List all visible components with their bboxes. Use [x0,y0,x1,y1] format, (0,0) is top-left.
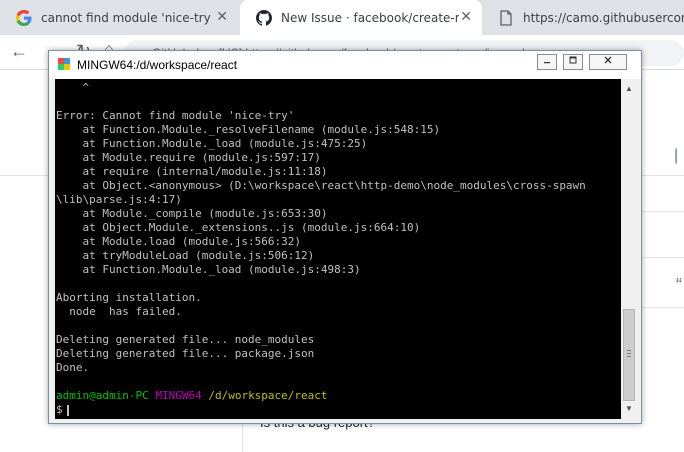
tab-camo-image[interactable]: https://camo.githubusercontent [484,0,684,35]
tab-title: https://camo.githubusercontent [523,10,684,25]
terminal-line: at Module._compile (module.js:653:30) [56,207,328,220]
terminal-line: ^ [56,81,90,94]
terminal-line: at require (internal/module.js:11:18) [56,165,328,178]
terminal-line: Deleting generated file... node_modules [56,333,315,346]
github-icon [256,9,272,26]
text-cursor [66,404,69,416]
terminal-window[interactable]: MINGW64:/d/workspace/react ^ Error: Canno… [48,50,642,424]
minimize-icon [544,62,550,64]
terminal-scrollbar[interactable]: ▲ ▼ [621,79,637,419]
terminal-line: at Object.Module._extensions..js (module… [56,221,421,234]
terminal-line: at Function.Module._load (module.js:498:… [56,263,361,276]
terminal-prompt-line: admin@admin-PC MINGW64 /d/workspace/reac… [56,389,621,403]
minimize-button[interactable] [537,54,557,70]
terminal-input-line[interactable]: $ [56,403,621,417]
scrollbar-thumb[interactable] [623,309,635,401]
quote-fragment-icon: “ [676,275,682,295]
terminal-line: Aborting installation. [56,291,202,304]
terminal-line: \lib\parse.js:4:17) [56,193,182,206]
terminal-title: MINGW64:/d/workspace/react [77,58,238,72]
close-button[interactable] [589,54,627,70]
maximize-button[interactable] [563,54,583,70]
grip-line [627,356,631,357]
terminal-line: Deleting generated file... package.json [56,347,315,360]
tab-title: New Issue · facebook/create-reac [281,10,459,25]
terminal-line: at Module.require (module.js:597:17) [56,151,321,164]
close-tab-icon[interactable]: ✕ [216,9,228,25]
terminal-screen[interactable]: ^ Error: Cannot find module 'nice-try' at… [55,79,621,419]
prompt-user: admin@admin-PC [56,389,149,402]
terminal-line: Error: Cannot find module 'nice-try' [56,109,295,122]
terminal-line: at Function.Module._load (module.js:475:… [56,137,368,150]
terminal-line: at Object.<anonymous> (D:\workspace\reac… [56,179,586,192]
close-tab-icon[interactable]: ✕ [460,9,472,25]
terminal-line: at tryModuleLoad (module.js:506:12) [56,249,315,262]
prompt-shell: MINGW64 [155,389,202,402]
google-icon [16,9,32,26]
grip-line [627,350,631,351]
tab-title: cannot find module 'nice-try' in c [41,10,211,25]
tab-new-issue[interactable]: New Issue · facebook/create-reac ✕ [240,0,482,35]
tab-google-search[interactable]: cannot find module 'nice-try' in c ✕ [0,0,238,35]
document-icon [500,9,512,26]
mingw-icon [58,58,70,70]
scroll-down-arrow-icon[interactable]: ▼ [621,401,637,417]
terminal-output: ^ Error: Cannot find module 'nice-try' at… [56,81,621,375]
prompt-symbol: $ [56,403,63,416]
close-icon [604,56,612,64]
toolbar-fragment-icon: | [674,147,679,164]
terminal-titlebar[interactable]: MINGW64:/d/workspace/react [49,51,641,79]
back-arrow-icon[interactable]: ← [10,41,28,62]
terminal-line: node has failed. [56,305,182,318]
prompt-path: /d/workspace/react [208,389,328,402]
terminal-line: Done. [56,361,90,374]
browser-tab-strip: cannot find module 'nice-try' in c ✕ New… [0,0,684,35]
grip-line [627,353,631,354]
terminal-line: at Function.Module._resolveFilename (mod… [56,123,441,136]
scroll-up-arrow-icon[interactable]: ▲ [621,81,637,97]
maximize-icon [569,56,577,64]
terminal-line: at Module.load (module.js:566:32) [56,235,302,248]
